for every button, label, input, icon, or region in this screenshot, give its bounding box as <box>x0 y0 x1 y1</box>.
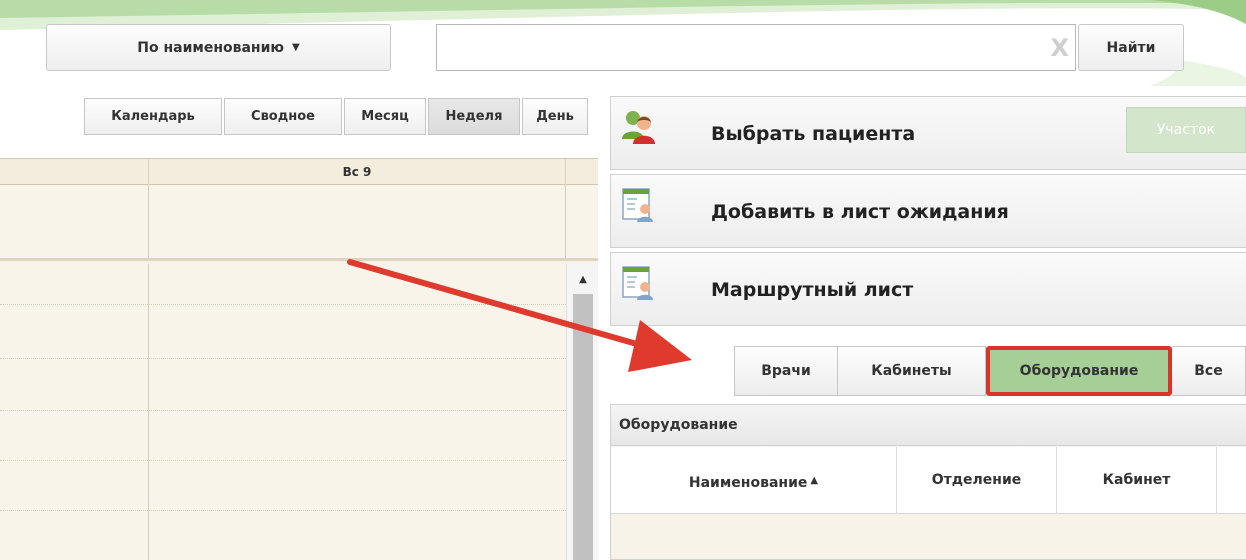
all-day-cell[interactable] <box>148 185 566 258</box>
view-summary-button[interactable]: Сводное <box>224 98 342 135</box>
add-waitlist-button[interactable]: Добавить в лист ожидания <box>610 174 1246 248</box>
calendar-grid: Вс 9 ▲ <box>0 158 598 560</box>
find-button-label: Найти <box>1106 39 1156 56</box>
chevron-down-icon: ▼ <box>292 42 300 53</box>
equipment-panel-title: Оборудование <box>611 405 1246 446</box>
tab-all[interactable]: Все <box>1172 346 1246 396</box>
search-mode-dropdown[interactable]: По наименованию ▼ <box>46 24 391 71</box>
column-room[interactable]: Кабинет <box>1057 447 1217 514</box>
slot-divider <box>0 460 566 461</box>
tab-doctors[interactable]: Врачи <box>734 346 838 396</box>
uchastok-button[interactable]: Участок <box>1126 107 1246 153</box>
tab-rooms-label: Кабинеты <box>871 363 952 379</box>
uchastok-label: Участок <box>1156 122 1216 138</box>
equipment-table-header: Наименование ▲ Отделение Кабинет <box>611 447 1246 514</box>
tab-doctors-label: Врачи <box>761 363 811 379</box>
search-input[interactable] <box>437 25 1037 70</box>
period-month-label: Месяц <box>361 109 409 124</box>
add-waitlist-label: Добавить в лист ожидания <box>711 201 1009 223</box>
slot-divider <box>0 410 566 411</box>
equipment-panel: Оборудование Наименование ▲ Отделение Каб… <box>610 404 1246 560</box>
column-department[interactable]: Отделение <box>897 447 1057 514</box>
slot-divider <box>0 358 566 359</box>
route-sheet-button[interactable]: Маршрутный лист <box>610 252 1246 326</box>
view-calendar-label: Календарь <box>111 109 195 124</box>
period-day-label: День <box>536 109 574 124</box>
slot-divider <box>0 304 566 305</box>
calendar-scrollbar[interactable]: ▲ <box>566 264 598 560</box>
day-header[interactable]: Вс 9 <box>148 159 566 185</box>
find-button[interactable]: Найти <box>1078 24 1184 71</box>
slot-divider <box>0 510 566 511</box>
patients-icon <box>622 111 655 144</box>
scroll-up-icon[interactable]: ▲ <box>567 274 598 285</box>
resource-filter-tabs: Врачи Кабинеты Оборудование Все <box>734 346 1246 396</box>
period-week-button[interactable]: Неделя <box>428 98 520 135</box>
tab-all-label: Все <box>1194 363 1223 379</box>
period-week-label: Неделя <box>445 109 503 124</box>
route-sheet-icon <box>622 266 653 300</box>
column-name-label: Наименование <box>688 475 808 491</box>
top-toolbar: По наименованию ▼ X Найти <box>0 0 1246 86</box>
waitlist-icon <box>622 188 653 222</box>
sort-ascending-icon: ▲ <box>810 475 819 486</box>
time-slots[interactable] <box>0 264 566 560</box>
clear-icon[interactable]: X <box>1050 36 1069 60</box>
column-name[interactable]: Наименование ▲ <box>611 447 897 514</box>
all-day-row <box>0 185 598 261</box>
select-patient-label: Выбрать пациента <box>711 123 916 145</box>
scroll-thumb[interactable] <box>573 294 593 560</box>
column-divider <box>148 264 149 560</box>
column-department-label: Отделение <box>931 472 1022 488</box>
search-field[interactable]: X <box>436 24 1076 71</box>
calendar-view-switch: Календарь Сводное Месяц Неделя День <box>84 98 590 135</box>
tab-equipment[interactable]: Оборудование <box>986 346 1172 396</box>
search-mode-label: По наименованию <box>137 39 285 56</box>
route-sheet-label: Маршрутный лист <box>711 279 914 301</box>
column-room-label: Кабинет <box>1102 472 1171 488</box>
view-summary-label: Сводное <box>251 109 315 124</box>
period-day-button[interactable]: День <box>522 98 588 135</box>
calendar-header: Вс 9 <box>0 158 598 185</box>
tab-rooms[interactable]: Кабинеты <box>838 346 986 396</box>
view-calendar-button[interactable]: Календарь <box>84 98 222 135</box>
period-month-button[interactable]: Месяц <box>344 98 426 135</box>
tab-equipment-label: Оборудование <box>1019 363 1139 379</box>
